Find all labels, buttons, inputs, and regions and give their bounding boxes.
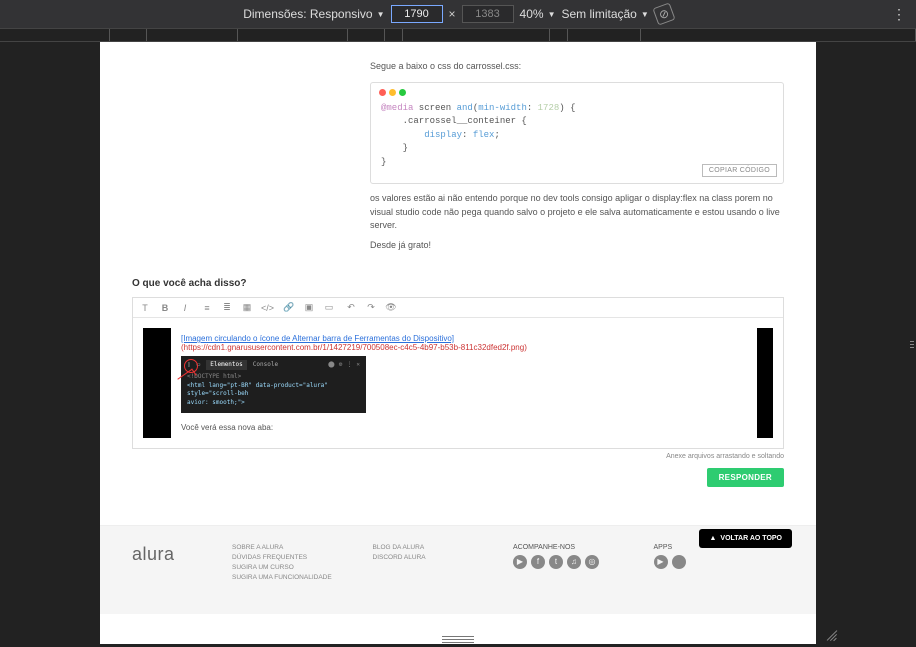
viewport-area: Segue a baixo o css do carrossel.css: @m…: [0, 42, 916, 647]
bottom-drag-handle[interactable]: [442, 636, 474, 643]
post-thanks: Desde já grato!: [370, 239, 784, 253]
facebook-icon[interactable]: f: [531, 555, 545, 569]
devtools-tab-elements: Elementos: [206, 360, 247, 370]
copy-code-button[interactable]: COPIAR CÓDIGO: [702, 164, 777, 177]
link-button[interactable]: 🔗: [283, 302, 295, 313]
corner-resize-handle[interactable]: [826, 629, 838, 641]
footer-link[interactable]: SUGIRA UM CURSO: [232, 564, 363, 571]
editor-body[interactable]: [Imagem circulando o ícone de Alternar b…: [133, 318, 783, 448]
footer-col-blog: BLOG DA ALURA DISCORD ALURA: [373, 544, 504, 584]
code-block: @media screen and(min-width: 1728) { .ca…: [370, 82, 784, 185]
footer-link[interactable]: DÚVIDAS FREQUENTES: [232, 554, 363, 561]
footer-col-apps: APPS ▶: [654, 544, 785, 584]
device-toolbar: Dimensões: Responsivo 1790 × 1383 40% Se…: [0, 0, 916, 28]
rotate-icon[interactable]: ⊘: [652, 2, 675, 25]
appstore-icon[interactable]: [672, 555, 686, 569]
dimensions-dropdown[interactable]: Dimensões: Responsivo: [243, 7, 384, 21]
code-html-line2: avior: smooth;">: [187, 399, 360, 407]
footer-link[interactable]: BLOG DA ALURA: [373, 544, 504, 551]
post-intro: Segue a baixo o css do carrossel.css:: [370, 60, 784, 74]
horizontal-resize-handle[interactable]: [908, 325, 916, 365]
height-input[interactable]: 1383: [462, 5, 514, 23]
post-body: os valores estão ai não entendo porque n…: [370, 192, 784, 233]
podcast-icon[interactable]: ♫: [567, 555, 581, 569]
markdown-link-url: (https://cdn1.gnarususercontent.com.br/1…: [181, 343, 527, 352]
editor-toolbar: T B I ≡ ≣ ▦ </> 🔗 ▣ ▭: [133, 298, 783, 318]
footer-col-social: ACOMPANHE-NOS ▶ f t ♫ ◎: [513, 544, 644, 584]
playstore-icon[interactable]: ▶: [654, 555, 668, 569]
undo-button[interactable]: ↶: [345, 302, 357, 313]
footer-col-about: SOBRE A ALURA DÚVIDAS FREQUENTES SUGIRA …: [232, 544, 363, 584]
code-content: @media screen and(min-width: 1728) { .ca…: [371, 98, 783, 174]
ordered-list-button[interactable]: ≣: [221, 302, 233, 313]
table-button[interactable]: ▦: [241, 302, 253, 313]
footer-link[interactable]: DISCORD ALURA: [373, 554, 504, 561]
italic-button[interactable]: I: [179, 303, 191, 313]
code-window-dots: [371, 83, 783, 98]
redo-button[interactable]: ↷: [365, 302, 377, 313]
times-separator: ×: [449, 7, 456, 21]
code-html-line: <html lang="pt-BR" data-product="alura" …: [187, 382, 360, 399]
instagram-icon[interactable]: ◎: [585, 555, 599, 569]
zoom-dropdown[interactable]: 40%: [520, 7, 556, 21]
markdown-link-text: [Imagem circulando o ícone de Alternar b…: [181, 334, 454, 343]
list-button[interactable]: ≡: [201, 303, 213, 313]
back-to-top-button[interactable]: VOLTAR AO TOPO: [699, 529, 792, 548]
footer-logo: alura: [132, 544, 222, 584]
footer-link[interactable]: SOBRE A ALURA: [232, 544, 363, 551]
editor-content[interactable]: [Imagem circulando o ícone de Alternar b…: [171, 328, 757, 438]
throttling-dropdown[interactable]: Sem limitação: [562, 7, 649, 21]
video-button[interactable]: ▭: [323, 302, 335, 313]
embedded-screenshot: ▯ ▭ Elementos Console ⬤⚙⋮✕ <!DOCTYPE htm…: [181, 356, 366, 413]
bold-button[interactable]: B: [159, 303, 171, 313]
width-input[interactable]: 1790: [391, 5, 443, 23]
codeblock-button[interactable]: </>: [261, 303, 273, 313]
youtube-icon[interactable]: ▶: [513, 555, 527, 569]
title-button[interactable]: T: [139, 303, 151, 313]
preview-button[interactable]: 👁: [385, 302, 397, 313]
reply-editor: T B I ≡ ≣ ▦ </> 🔗 ▣ ▭: [132, 297, 784, 449]
devtools-tab-console: Console: [253, 361, 278, 369]
breakpoint-ruler: [0, 28, 916, 42]
reply-section: O que você acha disso? T B I ≡ ≣ ▦ </>: [100, 270, 816, 495]
forum-post: Segue a baixo o css do carrossel.css: @m…: [100, 42, 816, 270]
editor-note: Você verá essa nova aba:: [181, 423, 747, 432]
simulated-page: Segue a baixo o css do carrossel.css: @m…: [100, 42, 816, 644]
editor-right-bar: [757, 328, 773, 438]
attach-hint: Anexe arquivos arrastando e soltando: [132, 453, 784, 460]
image-button[interactable]: ▣: [303, 302, 315, 313]
editor-left-bar: [143, 328, 171, 438]
reply-button[interactable]: RESPONDER: [707, 468, 784, 487]
reply-heading: O que você acha disso?: [132, 278, 784, 289]
kebab-menu-icon[interactable]: ⋮: [892, 6, 906, 23]
code-doctype: <!DOCTYPE html>: [187, 373, 360, 381]
twitter-icon[interactable]: t: [549, 555, 563, 569]
footer-link[interactable]: SUGIRA UMA FUNCIONALIDADE: [232, 574, 363, 581]
